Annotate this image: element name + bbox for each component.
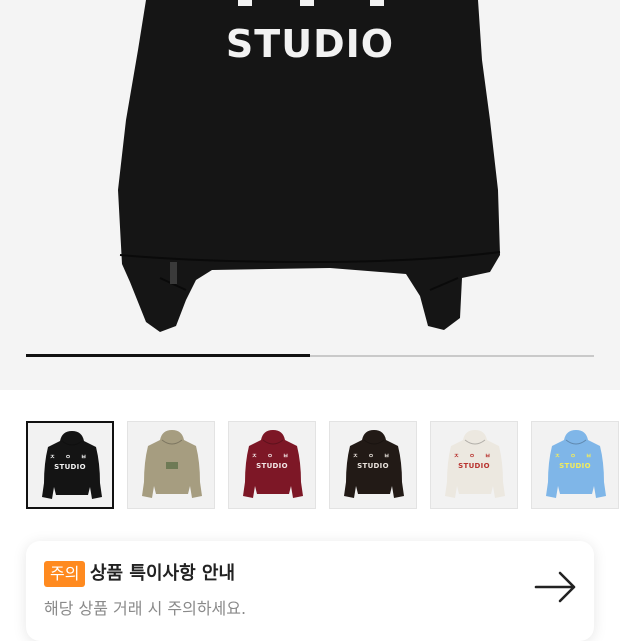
thumbnail-4[interactable]: ㅈ ㅇ ㅂ STUDIO (329, 421, 417, 509)
product-image-carousel[interactable]: STUDIO (0, 0, 620, 390)
thumbnail-5[interactable]: ㅈ ㅇ ㅂ STUDIO (430, 421, 518, 509)
product-notice-card[interactable]: 주의 상품 특이사항 안내 해당 상품 거래 시 주의하세요. (26, 541, 594, 641)
carousel-progress-fill (26, 354, 310, 357)
thumbnail-1[interactable]: ㅈ ㅇ ㅂ STUDIO (26, 421, 114, 509)
size-tag-icon (170, 262, 177, 284)
thumbnail-print-mark: ㅈ ㅇ ㅂ (554, 453, 596, 460)
thumbnail-print-text: STUDIO (458, 462, 490, 470)
carousel-progress-track (26, 354, 594, 357)
thumbnail-print-mark: ㅈ ㅇ ㅂ (251, 453, 293, 460)
caution-badge: 주의 (44, 561, 86, 587)
notice-description: 해당 상품 거래 시 주의하세요. (44, 599, 247, 618)
thumbnail-strip: ㅈ ㅇ ㅂ STUDIO ㅈ ㅇ ㅂ STUDIO ㅈ ㅇ ㅂ STUDIO ㅈ ㅇ ㅂ ST… (26, 421, 620, 509)
thumbnail-print-text: STUDIO (54, 463, 86, 471)
thumbnail-print-mark: ㅈ ㅇ ㅂ (453, 453, 495, 460)
hoodie-print-text: STUDIO (225, 22, 395, 66)
thumbnail-6[interactable]: ㅈ ㅇ ㅂ STUDIO (531, 421, 619, 509)
notice-title: 상품 특이사항 안내 (90, 563, 236, 584)
thumbnail-logo-patch (166, 462, 178, 469)
thumbnail-print-text: STUDIO (256, 462, 288, 470)
thumbnail-print-mark: ㅈ ㅇ ㅂ (352, 453, 394, 460)
thumbnail-3[interactable]: ㅈ ㅇ ㅂ STUDIO (228, 421, 316, 509)
thumbnail-print-text: STUDIO (559, 462, 591, 470)
arrow-right-icon[interactable] (534, 569, 578, 605)
thumbnail-2[interactable] (127, 421, 215, 509)
thumbnail-print-text: STUDIO (357, 462, 389, 470)
thumbnail-print-mark: ㅈ ㅇ ㅂ (49, 454, 91, 461)
